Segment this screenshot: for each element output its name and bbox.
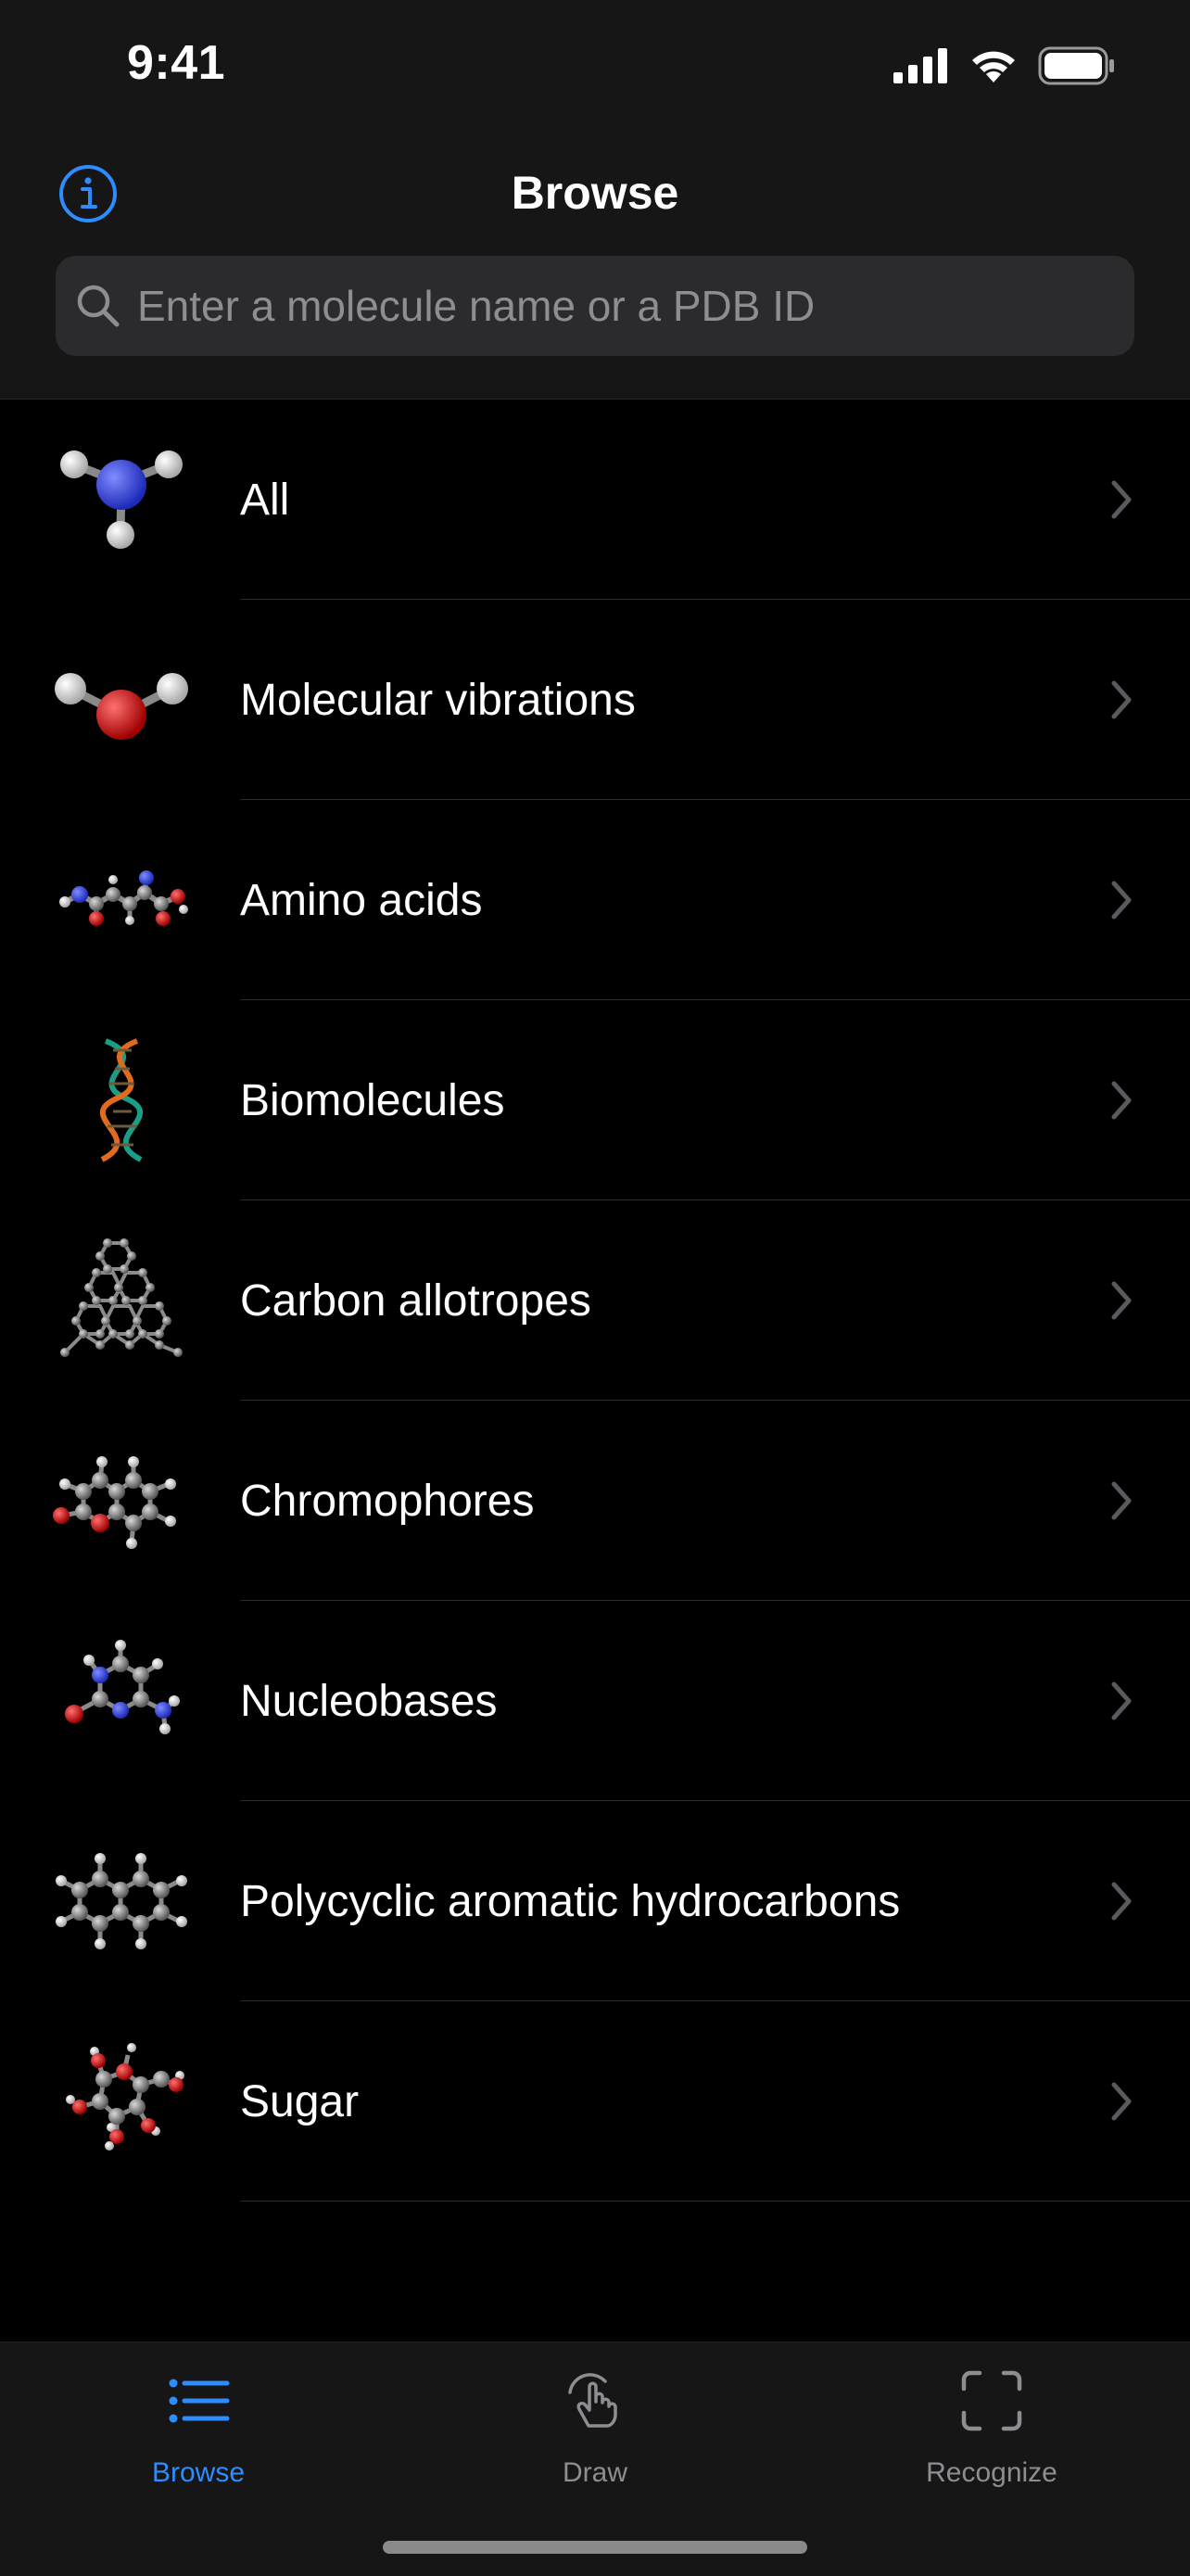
tab-draw[interactable]: Draw [397,2342,793,2509]
list-item-label: Polycyclic aromatic hydrocarbons [240,1876,901,1926]
cellular-signal-icon [893,48,947,83]
wifi-icon [972,51,1015,82]
tab-label: Recognize [926,2457,1057,2488]
divider [240,2201,1190,2202]
chevron-right-icon [1111,1681,1132,1720]
chevron-right-icon [1111,680,1132,719]
category-list: All Molecular vibrations Amino acids Bio… [0,400,1190,2202]
list-item-label: Chromophores [240,1476,535,1526]
navigation-bar: Browse [0,139,1190,400]
search-bar[interactable] [56,256,1134,356]
scan-frame-icon [961,2370,1022,2431]
ammonia-molecule-icon [60,450,183,549]
chevron-right-icon [1111,881,1132,920]
search-input[interactable] [135,280,1103,332]
tab-label: Draw [562,2457,627,2488]
list-item-label: All [240,475,290,525]
amino-acid-molecule-icon [59,870,188,926]
list-icon [169,2379,230,2423]
list-item-carbon-allotropes[interactable]: Carbon allotropes [0,1200,1190,1401]
tab-browse[interactable]: Browse [0,2342,397,2509]
list-item-nucleobases[interactable]: Nucleobases [0,1601,1190,1801]
chevron-right-icon [1111,1281,1132,1320]
list-item-sugar[interactable]: Sugar [0,2001,1190,2202]
list-item-label: Sugar [240,2076,360,2126]
dna-helix-icon [100,1038,143,1162]
list-item-biomolecules[interactable]: Biomolecules [0,1000,1190,1200]
nucleobase-molecule-icon [65,1640,180,1734]
list-item-chromophores[interactable]: Chromophores [0,1401,1190,1601]
tab-label: Browse [151,2457,246,2488]
chevron-right-icon [1111,2082,1132,2121]
chevron-right-icon [1111,1481,1132,1520]
list-item-molecular-vibrations[interactable]: Molecular vibrations [0,600,1190,800]
status-icons [893,46,1116,85]
tab-recognize[interactable]: Recognize [793,2342,1190,2509]
list-item-label: Biomolecules [240,1075,505,1125]
chevron-right-icon [1111,1882,1132,1921]
battery-icon [1038,46,1114,85]
hand-pointer-icon [568,2373,617,2428]
status-time: 9:41 [127,36,226,90]
water-molecule-icon [55,673,188,740]
list-item-polycyclic-aromatic-hydrocarbons[interactable]: Polycyclic aromatic hydrocarbons [0,1801,1190,2001]
sugar-molecule-icon [66,2043,184,2151]
status-bar: 9:41 [0,0,1190,139]
list-item-all[interactable]: All [0,400,1190,600]
chevron-right-icon [1111,1081,1132,1120]
list-item-label: Carbon allotropes [240,1275,591,1326]
list-item-label: Molecular vibrations [240,675,636,725]
list-item-amino-acids[interactable]: Amino acids [0,800,1190,1000]
list-item-label: Nucleobases [240,1676,498,1726]
chromophore-molecule-icon [53,1456,176,1549]
page-title: Browse [511,167,679,219]
list-item-label: Amino acids [240,875,483,925]
naphthalene-molecule-icon [56,1853,187,1949]
search-icon [77,285,120,327]
chevron-right-icon [1111,480,1132,519]
carbon-allotrope-icon [60,1238,183,1357]
home-indicator [383,2541,807,2554]
